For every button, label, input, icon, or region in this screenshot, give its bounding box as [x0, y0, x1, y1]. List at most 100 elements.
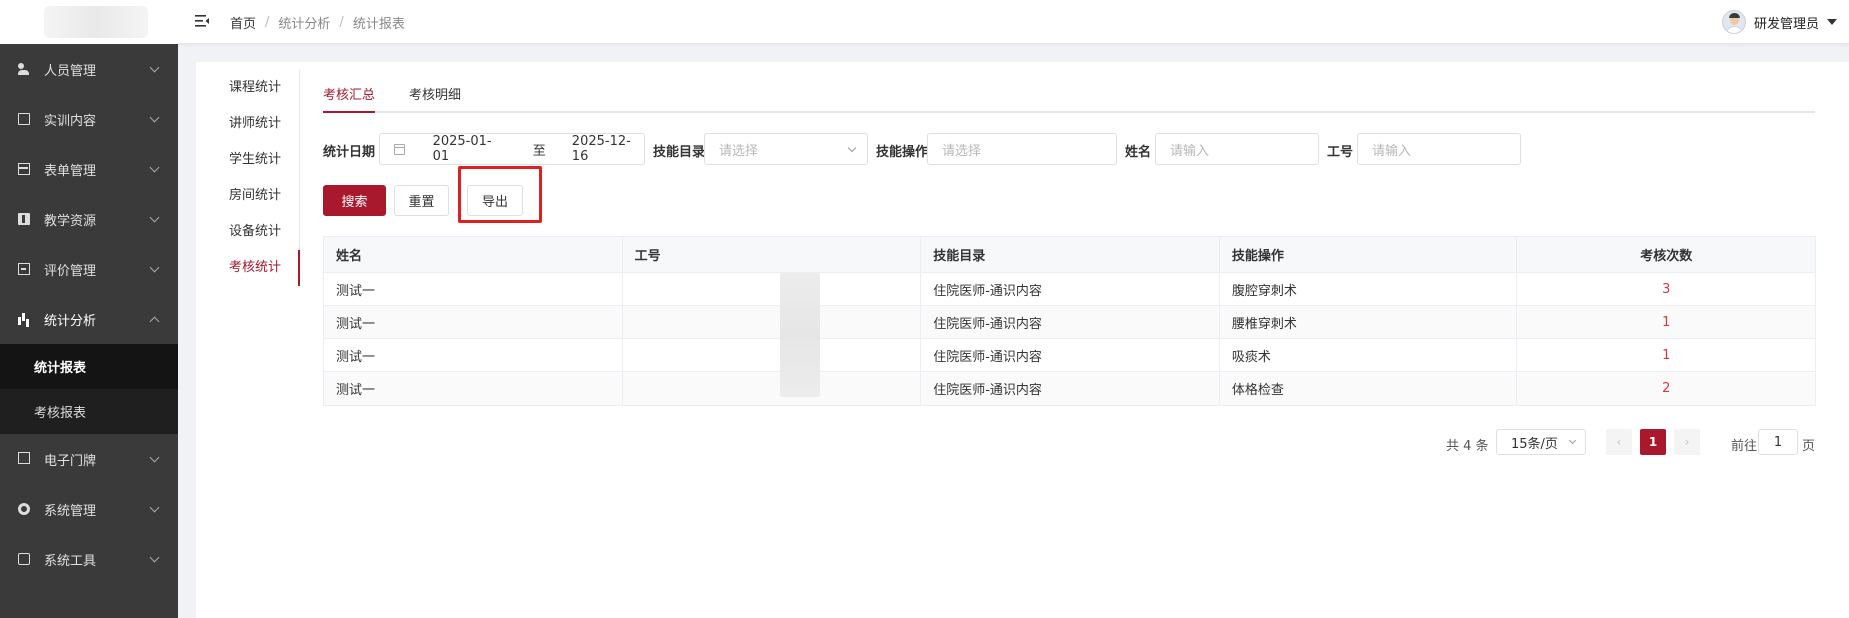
- cell-skill-op: 体格检查: [1220, 372, 1518, 405]
- name-placeholder: 请输入: [1170, 143, 1210, 159]
- main-content: 课程统计 讲师统计 学生统计 房间统计 设备统计 考核统计 考核汇总 考核明细 …: [196, 62, 1849, 618]
- sidebar-item-statistics[interactable]: 统计分析: [0, 294, 178, 344]
- cell-skill-op: 腰椎穿刺术: [1220, 306, 1518, 338]
- breadcrumb-report: 统计报表: [352, 17, 405, 32]
- sidebar-item-label: 教学资源: [44, 213, 97, 229]
- chevron-down-icon: [149, 502, 160, 513]
- sidebar-item-label: 系统管理: [44, 503, 97, 519]
- filter-bar: 统计日期 2025-01-01 至 2025-12-16 技能目录 请选择 技能…: [323, 133, 1823, 165]
- page-suffix: 页: [1802, 439, 1816, 454]
- sidebar-item-label: 统计分析: [44, 313, 97, 329]
- table-icon: [18, 163, 30, 175]
- cell-count[interactable]: 2: [1517, 372, 1815, 405]
- header-skill-op: 技能操作: [1220, 237, 1518, 272]
- vtab-student[interactable]: 学生统计: [196, 142, 299, 178]
- logo-image: [44, 6, 148, 38]
- cell-skill-dir: 住院医师-通识内容: [921, 372, 1220, 405]
- goto-label: 前往: [1731, 439, 1758, 454]
- sidebar-item-training[interactable]: 实训内容: [0, 94, 178, 144]
- vtab-lecturer[interactable]: 讲师统计: [196, 106, 299, 142]
- chevron-down-icon: [847, 143, 857, 153]
- header-count: 考核次数: [1640, 249, 1693, 264]
- cell-count[interactable]: 3: [1517, 273, 1815, 305]
- date-label: 统计日期: [323, 145, 376, 160]
- submenu-item-report[interactable]: 统计报表: [0, 344, 178, 389]
- cell-count[interactable]: 1: [1517, 339, 1815, 371]
- export-button[interactable]: 导出: [467, 185, 523, 216]
- name-label: 姓名: [1125, 145, 1152, 160]
- cell-id: [623, 273, 922, 305]
- reset-button[interactable]: 重置: [394, 185, 449, 216]
- id-input[interactable]: 请输入: [1357, 133, 1521, 165]
- sidebar-item-evaluation[interactable]: 评价管理: [0, 244, 178, 294]
- date-separator: 至: [532, 143, 546, 159]
- chevron-down-icon: [149, 552, 160, 563]
- id-label: 工号: [1327, 145, 1354, 160]
- gear-icon: [18, 503, 30, 515]
- data-table: 姓名 工号 技能目录 技能操作 考核次数 测试一 住院医师-通识内容 腹腔穿刺术…: [323, 236, 1816, 406]
- breadcrumb-statistics[interactable]: 统计分析: [278, 13, 330, 32]
- header-name: 姓名: [324, 237, 623, 272]
- sidebar-item-forms[interactable]: 表单管理: [0, 144, 178, 194]
- sidebar-item-label: 系统工具: [44, 553, 97, 569]
- table-row: 测试一 住院医师-通识内容 体格检查 2: [324, 372, 1815, 405]
- name-input[interactable]: 请输入: [1155, 133, 1319, 165]
- cell-name: 测试一: [324, 372, 623, 405]
- sidebar-item-doorplate[interactable]: 电子门牌: [0, 434, 178, 484]
- cell-skill-dir: 住院医师-通识内容: [921, 339, 1220, 371]
- toolbox-icon: [18, 553, 30, 565]
- evaluation-icon: [18, 263, 30, 275]
- sidebar-item-resources[interactable]: 教学资源: [0, 194, 178, 244]
- tab-exam-summary[interactable]: 考核汇总: [323, 84, 376, 113]
- tab-exam-detail[interactable]: 考核明细: [409, 84, 461, 113]
- cell-skill-op: 吸痰术: [1220, 339, 1518, 371]
- sidebar-item-label: 电子门牌: [44, 453, 97, 469]
- cell-name: 测试一: [324, 273, 623, 305]
- sidebar-item-label: 人员管理: [44, 63, 97, 79]
- calendar-icon: [394, 143, 405, 155]
- hamburger-icon[interactable]: [194, 13, 210, 29]
- prev-page-button[interactable]: ‹: [1606, 429, 1632, 455]
- chevron-left-icon: ‹: [1616, 435, 1622, 449]
- user-menu[interactable]: 研发管理员: [1721, 10, 1837, 34]
- id-placeholder: 请输入: [1372, 143, 1412, 159]
- chevron-down-icon: [1568, 436, 1577, 445]
- submenu-item-exam-report[interactable]: 考核报表: [0, 389, 178, 434]
- skill-dir-select[interactable]: 请选择: [704, 133, 868, 165]
- vtab-device[interactable]: 设备统计: [196, 214, 299, 250]
- date-range-picker[interactable]: 2025-01-01 至 2025-12-16: [379, 133, 645, 165]
- book-icon: [18, 113, 30, 125]
- vtab-course[interactable]: 课程统计: [196, 70, 299, 106]
- cell-count[interactable]: 1: [1517, 306, 1815, 338]
- breadcrumb-separator: /: [265, 15, 270, 30]
- skill-op-label: 技能操作: [876, 145, 929, 160]
- screen-icon: [18, 452, 30, 464]
- table-row: 测试一 住院医师-通识内容 腹腔穿刺术 3: [324, 273, 1815, 306]
- horizontal-tabs: 考核汇总 考核明细: [323, 62, 1815, 113]
- vtab-room[interactable]: 房间统计: [196, 178, 299, 214]
- vtab-exam[interactable]: 考核统计: [196, 250, 300, 286]
- breadcrumb-separator: /: [339, 15, 344, 30]
- skill-op-select[interactable]: 请选择: [927, 133, 1117, 165]
- chevron-down-icon: [149, 262, 160, 273]
- sidebar-item-system[interactable]: 系统管理: [0, 484, 178, 534]
- page-1-button[interactable]: 1: [1640, 429, 1666, 455]
- page-size-select[interactable]: 15条/页: [1496, 429, 1586, 455]
- cell-name: 测试一: [324, 306, 623, 338]
- chevron-down-icon: [149, 212, 160, 223]
- sidebar-item-personnel[interactable]: 人员管理: [0, 44, 178, 94]
- header-id: 工号: [623, 237, 922, 272]
- pagination: 共 4 条 15条/页 ‹ 1 › 前往 页: [196, 429, 1849, 457]
- table-row: 测试一 住院医师-通识内容 腰椎穿刺术 1: [324, 306, 1815, 339]
- breadcrumb-home[interactable]: 首页: [230, 13, 256, 32]
- search-button[interactable]: 搜索: [323, 185, 386, 216]
- cell-skill-dir: 住院医师-通识内容: [921, 306, 1220, 338]
- next-page-button[interactable]: ›: [1674, 429, 1700, 455]
- cell-id: [623, 339, 922, 371]
- goto-page-input[interactable]: [1758, 429, 1798, 455]
- chevron-right-icon: ›: [1684, 435, 1690, 449]
- sidebar-item-tools[interactable]: 系统工具: [0, 534, 178, 584]
- date-end[interactable]: 2025-12-16: [572, 134, 644, 164]
- date-start[interactable]: 2025-01-01: [433, 134, 505, 164]
- skill-dir-label: 技能目录: [653, 145, 706, 160]
